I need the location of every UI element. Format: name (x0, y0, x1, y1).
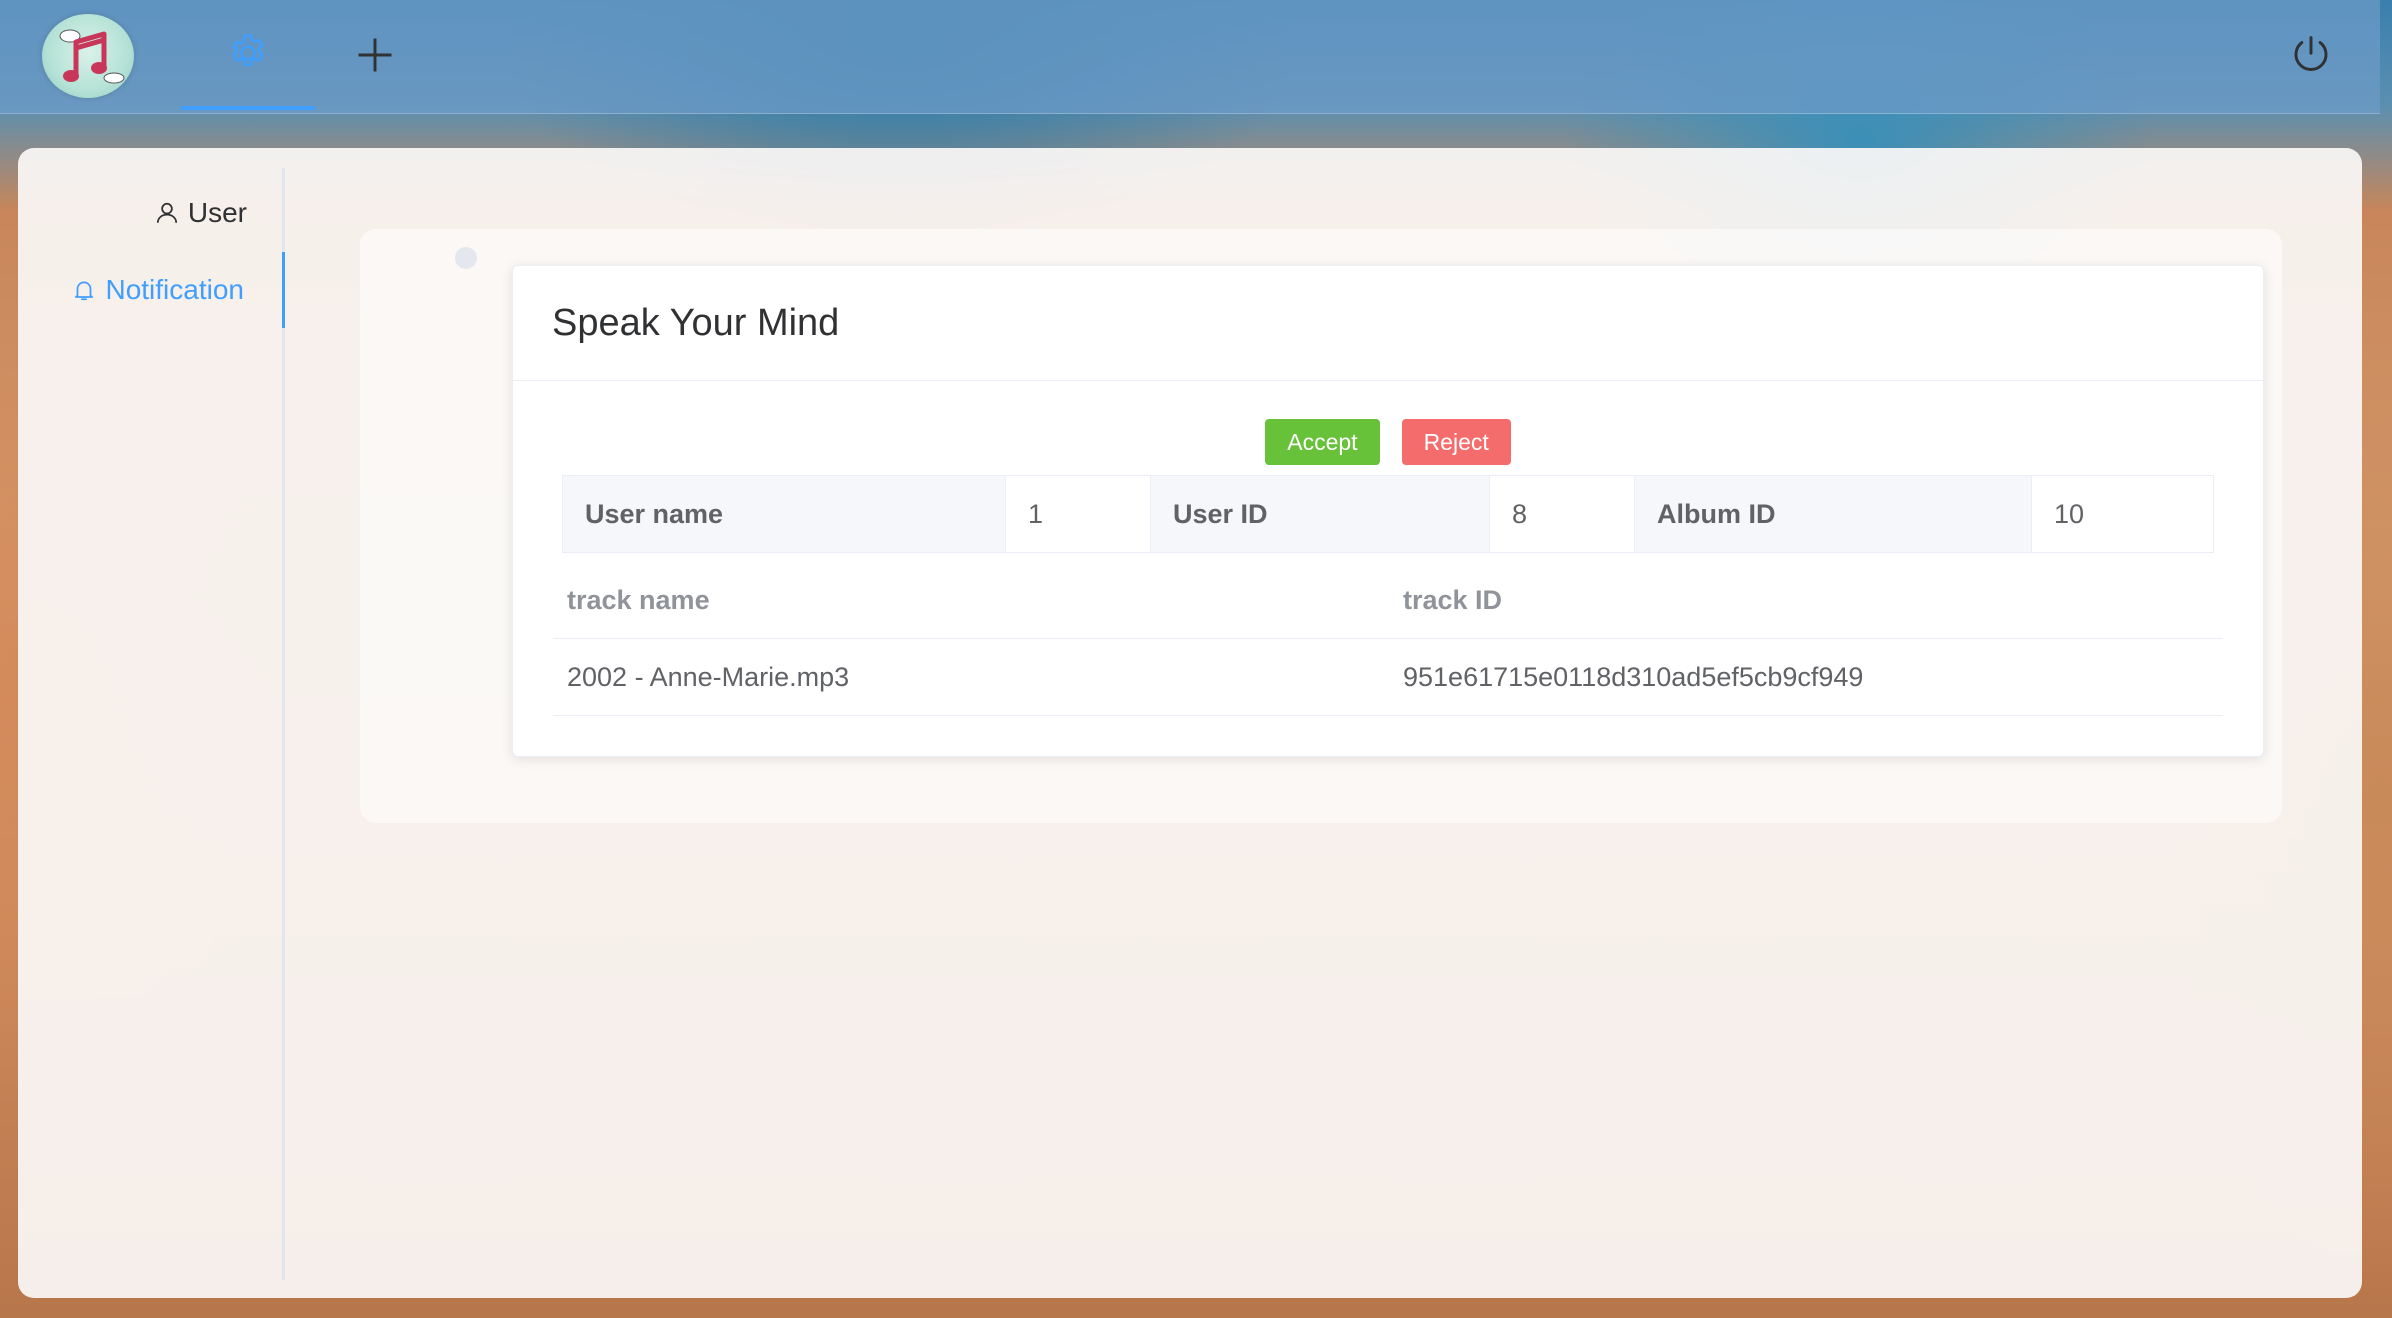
timeline-dot (455, 247, 477, 269)
notification-card: Speak Your Mind Accept Reject User name … (512, 265, 2264, 757)
app-logo[interactable] (42, 14, 134, 98)
plus-icon (358, 38, 392, 72)
request-details: User name 1 User ID 8 Album ID 10 (562, 475, 2214, 553)
sidebar-item-notification[interactable]: Notification (21, 252, 285, 328)
action-buttons: Accept Reject (513, 419, 2263, 465)
main-panel: User Notification Speak Your Mind Accept… (18, 148, 2362, 1298)
bell-icon (71, 277, 97, 303)
sidebar-item-label: User (187, 197, 247, 228)
track-id-cell: 951e61715e0118d310ad5ef5cb9cf949 (1403, 661, 1864, 692)
user-icon (154, 200, 180, 226)
user-name-label: User name (563, 476, 1006, 552)
table-row[interactable]: 2002 - Anne-Marie.mp3 951e61715e0118d310… (553, 639, 2223, 716)
power-button[interactable] (2288, 32, 2334, 78)
track-name-cell: 2002 - Anne-Marie.mp3 (567, 661, 850, 692)
notification-list: Speak Your Mind Accept Reject User name … (360, 229, 2282, 823)
album-id-value: 10 (2032, 476, 2213, 552)
sidebar-item-user[interactable]: User (21, 175, 285, 251)
sidebar: User Notification (18, 168, 285, 1280)
column-header-track-id: track ID (1403, 584, 1503, 615)
top-navigation-bar (0, 0, 2380, 114)
power-icon (2294, 36, 2328, 71)
user-name-value: 1 (1006, 476, 1151, 552)
tab-add[interactable] (308, 0, 442, 110)
table-header: track name track ID (553, 562, 2223, 639)
sidebar-item-label: Notification (105, 274, 244, 305)
user-id-value: 8 (1490, 476, 1635, 552)
track-table: track name track ID 2002 - Anne-Marie.mp… (553, 562, 2223, 716)
notification-title: Speak Your Mind (513, 266, 2263, 381)
gear-icon (232, 34, 264, 67)
album-id-label: Album ID (1635, 476, 2032, 552)
tab-settings[interactable] (181, 0, 315, 110)
music-notes-icon (59, 29, 125, 84)
reject-button[interactable]: Reject (1401, 419, 1511, 465)
user-id-label: User ID (1151, 476, 1490, 552)
column-header-track-name: track name (567, 584, 710, 615)
accept-button[interactable]: Accept (1265, 419, 1380, 465)
